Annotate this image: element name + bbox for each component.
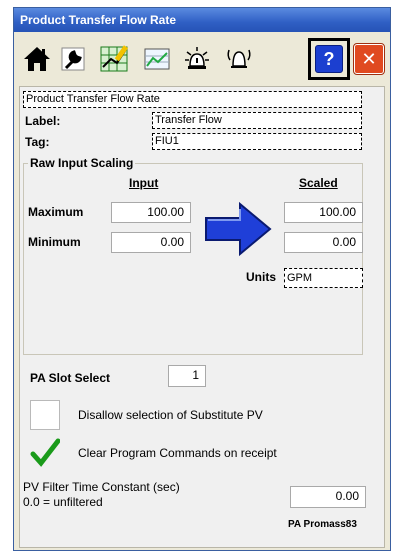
- pa-slot-field[interactable]: 1: [168, 365, 206, 387]
- footer-tag: PA Promass83: [288, 519, 357, 530]
- scaled-maximum-field[interactable]: 100.00: [284, 202, 363, 223]
- filter-label-line2: 0.0 = unfiltered: [23, 495, 103, 509]
- close-glyph: ✕: [353, 43, 385, 75]
- filter-time-constant-field[interactable]: 0.00: [290, 486, 366, 508]
- filter-label-line1: PV Filter Time Constant (sec): [23, 480, 180, 494]
- input-minimum-field[interactable]: 0.00: [111, 232, 191, 253]
- maximum-label: Maximum: [28, 205, 84, 219]
- toolbar: ? ✕: [18, 38, 386, 84]
- clear-program-commands-label: Clear Program Commands on receipt: [78, 446, 277, 460]
- help-icon[interactable]: ?: [312, 42, 346, 76]
- tag-field[interactable]: FIU1: [152, 133, 362, 150]
- raw-input-scaling-title: Raw Input Scaling: [28, 156, 136, 170]
- content-panel: Product Transfer Flow Rate Label: Transf…: [19, 86, 385, 548]
- raw-input-scaling-group: Raw Input Scaling Input Scaled Maximum 1…: [23, 156, 363, 355]
- bell-icon[interactable]: [222, 42, 256, 76]
- faceplate-window: Product Transfer Flow Rate ? ✕ Product T…: [13, 7, 391, 551]
- home-icon[interactable]: [20, 42, 54, 76]
- arrow-right-icon: [204, 200, 274, 261]
- disallow-substitute-pv-label: Disallow selection of Substitute PV: [78, 408, 263, 422]
- help-glyph: ?: [315, 45, 343, 73]
- checkmark-icon: [30, 438, 61, 467]
- minimum-label: Minimum: [28, 235, 81, 249]
- units-field[interactable]: GPM: [284, 268, 363, 288]
- description-field[interactable]: Product Transfer Flow Rate: [23, 91, 362, 108]
- units-label: Units: [246, 270, 276, 284]
- window-title: Product Transfer Flow Rate: [14, 8, 390, 32]
- trend-icon[interactable]: [140, 42, 174, 76]
- label-caption: Label:: [25, 114, 61, 128]
- trend-edit-icon[interactable]: [98, 42, 132, 76]
- input-header: Input: [129, 176, 159, 190]
- label-field[interactable]: Transfer Flow: [152, 112, 362, 129]
- pa-slot-label: PA Slot Select: [30, 371, 111, 385]
- disallow-substitute-pv-checkbox[interactable]: [30, 400, 60, 430]
- tag-caption: Tag:: [25, 135, 50, 149]
- wrench-icon[interactable]: [56, 42, 90, 76]
- scaled-minimum-field[interactable]: 0.00: [284, 232, 363, 253]
- input-maximum-field[interactable]: 100.00: [111, 202, 191, 223]
- alarm-icon[interactable]: [180, 42, 214, 76]
- scaled-header: Scaled: [299, 176, 338, 190]
- close-icon[interactable]: ✕: [352, 42, 386, 76]
- clear-program-commands-checkbox[interactable]: [30, 438, 61, 468]
